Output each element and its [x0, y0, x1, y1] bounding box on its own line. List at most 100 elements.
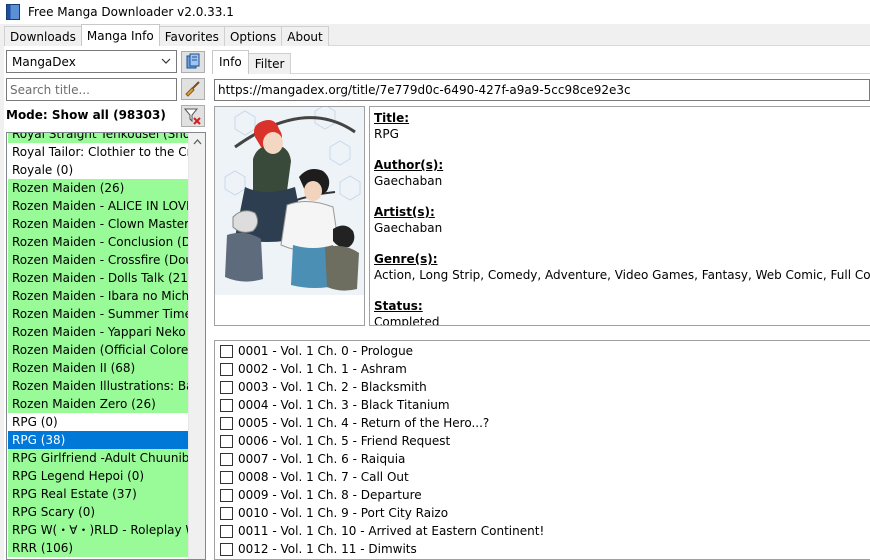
tab-options[interactable]: Options: [223, 26, 283, 46]
manga-list-item[interactable]: RPG (38): [8, 431, 188, 449]
manga-list-scrollbar[interactable]: [188, 133, 205, 559]
search-title-input[interactable]: [6, 78, 177, 101]
manga-list-item[interactable]: Royale (0): [8, 161, 188, 179]
chapter-item[interactable]: 0006 - Vol. 1 Ch. 5 - Friend Request: [220, 432, 450, 450]
filter-funnel-icon: [184, 108, 201, 125]
manga-list-item[interactable]: Rozen Maiden - Ibara no Michi (D: [8, 287, 188, 305]
genres-value: Action, Long Strip, Comedy, Adventure, V…: [374, 268, 870, 282]
title-value: RPG: [374, 127, 399, 141]
window-title: Free Manga Downloader v2.0.33.1: [28, 5, 234, 19]
tab-manga-info[interactable]: Manga Info: [80, 24, 160, 46]
manga-list[interactable]: Royal Straight Tenkousei (ShotansRoyal T…: [6, 132, 206, 560]
chapter-item[interactable]: 0011 - Vol. 1 Ch. 10 - Arrived at Easter…: [220, 522, 544, 540]
chapter-item[interactable]: 0009 - Vol. 1 Ch. 8 - Departure: [220, 486, 422, 504]
manga-list-item[interactable]: Rozen Maiden Illustrations: Bara G: [8, 377, 188, 395]
update-list-button[interactable]: [181, 51, 205, 73]
chevron-down-icon: [161, 58, 171, 64]
artists-value: Gaechaban: [374, 221, 443, 235]
books-icon: [186, 53, 200, 69]
chapter-item[interactable]: 0008 - Vol. 1 Ch. 7 - Call Out: [220, 468, 409, 486]
broom-icon: [185, 81, 200, 97]
chapter-label: 0005 - Vol. 1 Ch. 4 - Return of the Hero…: [238, 416, 490, 430]
chapter-label: 0002 - Vol. 1 Ch. 1 - Ashram: [238, 362, 407, 376]
manga-list-item[interactable]: Rozen Maiden - Dolls Talk (21): [8, 269, 188, 287]
manga-list-item[interactable]: RPG Scary (0): [8, 503, 188, 521]
manga-list-item[interactable]: Rozen Maiden - Clown Master (Do: [8, 215, 188, 233]
chapter-item[interactable]: 0001 - Vol. 1 Ch. 0 - Prologue: [220, 342, 413, 360]
chapter-label: 0009 - Vol. 1 Ch. 8 - Departure: [238, 488, 422, 502]
chapter-item[interactable]: 0004 - Vol. 1 Ch. 3 - Black Titanium: [220, 396, 450, 414]
chapter-checkbox[interactable]: [220, 416, 233, 430]
manga-cover-image: [214, 104, 365, 326]
chevron-up-icon: [193, 138, 202, 144]
chapter-checkbox[interactable]: [220, 398, 233, 412]
mode-label: Mode: Show all (98303): [6, 108, 166, 122]
chapter-checkbox[interactable]: [220, 506, 233, 520]
chapter-label: 0003 - Vol. 1 Ch. 2 - Blacksmith: [238, 380, 427, 394]
chapter-checkbox[interactable]: [220, 362, 233, 376]
manga-details: Title: RPG Author(s): Gaechaban Artist(s…: [369, 106, 870, 326]
chapter-item[interactable]: 0002 - Vol. 1 Ch. 1 - Ashram: [220, 360, 407, 378]
tab-downloads[interactable]: Downloads: [4, 26, 82, 46]
chapter-checkbox[interactable]: [220, 380, 233, 394]
tab-filter[interactable]: Filter: [247, 53, 292, 74]
title-label: Title:: [374, 111, 410, 125]
manga-list-item[interactable]: RPG Girlfriend -Adult Chuunibyou: [8, 449, 188, 467]
website-select[interactable]: MangaDex: [6, 50, 177, 73]
clear-search-button[interactable]: [181, 78, 205, 100]
chapter-item[interactable]: 0012 - Vol. 1 Ch. 11 - Dimwits: [220, 540, 417, 558]
filter-button[interactable]: [181, 105, 205, 127]
manga-list-item[interactable]: RPG Legend Hepoi (0): [8, 467, 188, 485]
manga-list-items: Royal Straight Tenkousei (ShotansRoyal T…: [8, 133, 188, 557]
authors-value: Gaechaban: [374, 174, 443, 188]
manga-list-item[interactable]: Rozen Maiden - Crossfire (Doujins: [8, 251, 188, 269]
tab-info[interactable]: Info: [212, 50, 249, 74]
manga-list-item[interactable]: Royal Straight Tenkousei (Shotans: [8, 133, 188, 143]
chapter-item[interactable]: 0005 - Vol. 1 Ch. 4 - Return of the Hero…: [220, 414, 489, 432]
tab-about[interactable]: About: [281, 26, 329, 46]
title-bar: Free Manga Downloader v2.0.33.1: [0, 0, 870, 24]
manga-list-item[interactable]: RPG (0): [8, 413, 188, 431]
chapter-item[interactable]: 0003 - Vol. 1 Ch. 2 - Blacksmith: [220, 378, 427, 396]
chapter-label: 0008 - Vol. 1 Ch. 7 - Call Out: [238, 470, 409, 484]
cover-illustration: [215, 104, 364, 325]
chapter-label: 0001 - Vol. 1 Ch. 0 - Prologue: [238, 344, 414, 358]
manga-list-item[interactable]: Royal Tailor: Clothier to the Crown: [8, 143, 188, 161]
chapter-label: 0012 - Vol. 1 Ch. 11 - Dimwits: [238, 542, 417, 556]
manga-list-item[interactable]: RPG Real Estate (37): [8, 485, 188, 503]
chapter-checkbox[interactable]: [220, 542, 233, 556]
authors-label: Author(s):: [374, 158, 444, 172]
manga-list-item[interactable]: Rozen Maiden (26): [8, 179, 188, 197]
tab-favorites[interactable]: Favorites: [158, 26, 225, 46]
main-tabs: Downloads Manga Info Favorites Options A…: [4, 24, 329, 46]
manga-list-item[interactable]: Rozen Maiden - Yappari Neko ga :: [8, 323, 188, 341]
chapter-item[interactable]: 0007 - Vol. 1 Ch. 6 - Raiquia: [220, 450, 405, 468]
manga-list-item[interactable]: RRR (106): [8, 539, 188, 557]
chapter-checkbox[interactable]: [220, 488, 233, 502]
chapter-label: 0011 - Vol. 1 Ch. 10 - Arrived at Easter…: [238, 524, 545, 538]
chapter-list[interactable]: 0001 - Vol. 1 Ch. 0 - Prologue 0002 - Vol…: [214, 340, 870, 560]
chapter-checkbox[interactable]: [220, 470, 233, 484]
chapter-label: 0010 - Vol. 1 Ch. 9 - Port City Raizo: [238, 506, 449, 520]
genres-label: Genre(s):: [374, 252, 438, 266]
chapter-checkbox[interactable]: [220, 434, 233, 448]
app-window: Free Manga Downloader v2.0.33.1 Download…: [0, 0, 870, 560]
manga-url-field[interactable]: https://mangadex.org/title/7e779d0c-6490…: [214, 79, 870, 101]
manga-list-item[interactable]: Rozen Maiden (Official Colored) (: [8, 341, 188, 359]
manga-list-item[interactable]: RPG W(・∀・)RLD - Roleplay World: [8, 521, 188, 539]
chapter-checkbox[interactable]: [220, 524, 233, 538]
chapter-item[interactable]: 0010 - Vol. 1 Ch. 9 - Port City Raizo: [220, 504, 448, 522]
manga-list-item[interactable]: Rozen Maiden - ALICE IN LOVE (D: [8, 197, 188, 215]
scroll-up-button[interactable]: [189, 133, 205, 150]
manga-list-item[interactable]: Rozen Maiden II (68): [8, 359, 188, 377]
chapter-label: 0006 - Vol. 1 Ch. 5 - Friend Request: [238, 434, 451, 448]
manga-list-item[interactable]: Rozen Maiden - Summer Time Blu: [8, 305, 188, 323]
chapter-label: 0007 - Vol. 1 Ch. 6 - Raiquia: [238, 452, 406, 466]
manga-list-item[interactable]: Rozen Maiden Zero (26): [8, 395, 188, 413]
manga-list-item[interactable]: Rozen Maiden - Conclusion (Douj: [8, 233, 188, 251]
info-tabs: Info Filter: [212, 50, 292, 74]
artists-label: Artist(s):: [374, 205, 435, 219]
chapter-checkbox[interactable]: [220, 344, 233, 358]
status-label: Status:: [374, 299, 423, 313]
chapter-checkbox[interactable]: [220, 452, 233, 466]
